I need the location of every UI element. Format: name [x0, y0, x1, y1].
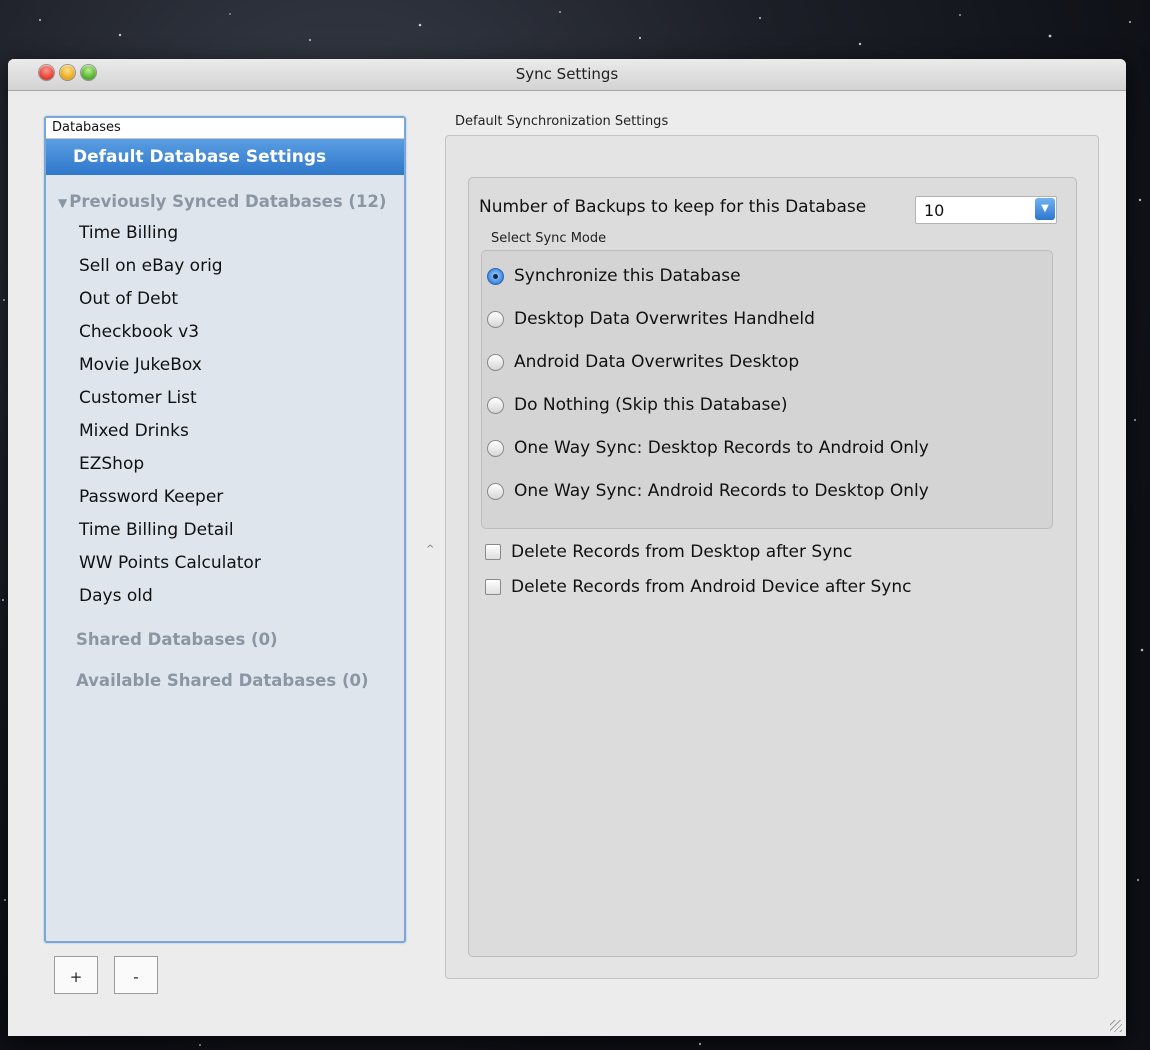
- database-list[interactable]: Databases Default Database Settings ▼ Pre…: [44, 116, 406, 943]
- group-shared-databases[interactable]: Shared Databases (0): [76, 630, 278, 649]
- sidebar-item-database[interactable]: WW Points Calculator: [79, 553, 261, 573]
- sidebar-item-database[interactable]: Time Billing Detail: [79, 520, 234, 540]
- sidebar-item-default-settings[interactable]: Default Database Settings: [46, 139, 404, 175]
- radio-icon[interactable]: [487, 397, 504, 414]
- splitter-handle-icon[interactable]: ^: [426, 544, 434, 555]
- sidebar-item-database[interactable]: Movie JukeBox: [79, 355, 202, 375]
- radio-label: Android Data Overwrites Desktop: [514, 352, 800, 372]
- add-database-button[interactable]: +: [54, 956, 98, 994]
- sidebar-item-database[interactable]: Sell on eBay orig: [79, 256, 223, 276]
- radio-selected-icon[interactable]: [487, 268, 504, 285]
- radio-label: Synchronize this Database: [514, 266, 741, 286]
- checkbox-label: Delete Records from Desktop after Sync: [511, 542, 853, 562]
- checkbox-icon[interactable]: [485, 544, 501, 560]
- sidebar-item-database[interactable]: Days old: [79, 586, 153, 606]
- radio-label: Do Nothing (Skip this Database): [514, 395, 788, 415]
- sync-settings-window: Sync Settings Databases Default Database…: [8, 59, 1126, 1036]
- backups-value: 10: [924, 201, 945, 220]
- backups-dropdown[interactable]: 10 ▼: [915, 196, 1057, 224]
- sidebar-item-database[interactable]: Checkbook v3: [79, 322, 199, 342]
- sidebar-item-database[interactable]: Time Billing: [79, 223, 178, 243]
- sidebar-item-database[interactable]: EZShop: [79, 454, 144, 474]
- settings-section-title: Default Synchronization Settings: [455, 114, 669, 129]
- radio-icon[interactable]: [487, 483, 504, 500]
- sidebar-item-database[interactable]: Mixed Drinks: [79, 421, 189, 441]
- title-bar[interactable]: Sync Settings: [8, 59, 1126, 91]
- window-title: Sync Settings: [515, 65, 619, 83]
- radio-label: Desktop Data Overwrites Handheld: [514, 309, 815, 329]
- sidebar-item-database[interactable]: Out of Debt: [79, 289, 178, 309]
- group-previously-synced[interactable]: ▼ Previously Synced Databases (12): [58, 192, 386, 211]
- database-list-header: Databases: [46, 118, 404, 139]
- sidebar-item-database[interactable]: Customer List: [79, 388, 197, 408]
- radio-label: One Way Sync: Desktop Records to Android…: [514, 438, 929, 458]
- sidebar-item-database[interactable]: Password Keeper: [79, 487, 223, 507]
- resize-grip-icon[interactable]: [1110, 1020, 1122, 1032]
- radio-icon[interactable]: [487, 440, 504, 457]
- disclosure-triangle-icon[interactable]: ▼: [58, 196, 67, 210]
- checkbox-icon[interactable]: [485, 579, 501, 595]
- group-available-shared-databases[interactable]: Available Shared Databases (0): [76, 671, 369, 690]
- sync-mode-title: Select Sync Mode: [491, 231, 607, 246]
- remove-database-button[interactable]: -: [114, 956, 158, 994]
- radio-icon[interactable]: [487, 311, 504, 328]
- chevron-down-icon[interactable]: ▼: [1035, 198, 1055, 220]
- backups-label: Number of Backups to keep for this Datab…: [479, 197, 867, 217]
- checkbox-label: Delete Records from Android Device after…: [511, 577, 912, 597]
- group-previously-synced-label: Previously Synced Databases (12): [69, 192, 387, 211]
- radio-label: One Way Sync: Android Records to Desktop…: [514, 481, 929, 501]
- radio-icon[interactable]: [487, 354, 504, 371]
